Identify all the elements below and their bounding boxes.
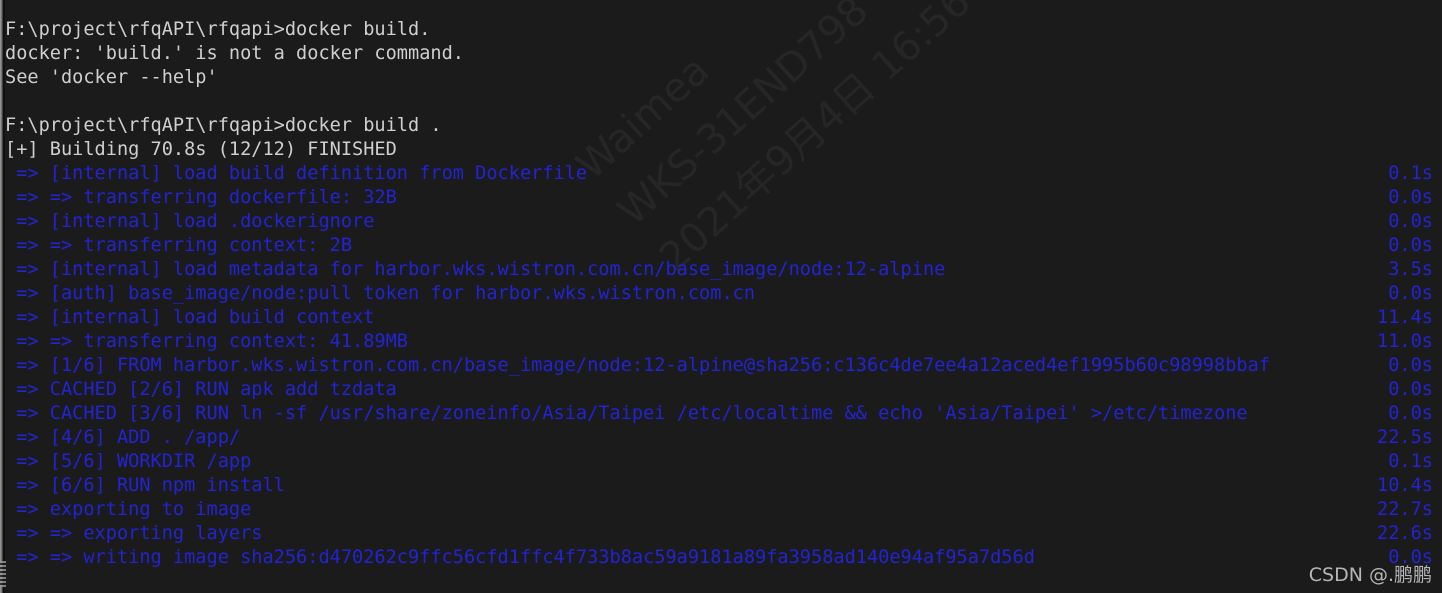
terminal-line: [+] Building 70.8s (12/12) FINISHED bbox=[5, 138, 1442, 162]
terminal-line-text: => exporting to image bbox=[5, 499, 252, 520]
terminal-line-text: => [5/6] WORKDIR /app bbox=[5, 451, 252, 472]
terminal-line-text: F:\project\rfqAPI\rfqapi>docker build . bbox=[5, 115, 442, 136]
terminal-line-text: => => transferring context: 2B bbox=[5, 235, 353, 256]
terminal-line-text: => [auth] base_image/node:pull token for… bbox=[5, 283, 756, 304]
terminal-line-text: docker: 'build.' is not a docker command… bbox=[5, 43, 464, 64]
terminal-line-duration: 22.6s bbox=[1377, 523, 1433, 544]
terminal-line: => [internal] load metadata for harbor.w… bbox=[5, 258, 1442, 282]
terminal-line-text: => [1/6] FROM harbor.wks.wistron.com.cn/… bbox=[5, 355, 1270, 376]
terminal-line-duration: 22.7s bbox=[1377, 499, 1433, 520]
terminal-line: => [1/6] FROM harbor.wks.wistron.com.cn/… bbox=[5, 354, 1442, 378]
terminal-line-duration: 11.0s bbox=[1377, 331, 1433, 352]
terminal-line-text: See 'docker --help' bbox=[5, 67, 218, 88]
terminal-line-duration: 0.0s bbox=[1388, 187, 1433, 208]
terminal-line-duration: 0.0s bbox=[1388, 235, 1433, 256]
terminal-line-text: => [internal] load build context bbox=[5, 307, 375, 328]
terminal-line: => => transferring context: 41.89MB 11.0s bbox=[5, 330, 1442, 354]
terminal-line-duration: 0.0s bbox=[1388, 355, 1433, 376]
terminal-line-text: => => exporting layers bbox=[5, 523, 263, 544]
scrollbar-artifact bbox=[0, 561, 6, 587]
terminal-line-text: F:\project\rfqAPI\rfqapi>docker build. bbox=[5, 19, 431, 40]
terminal-line-duration: 11.4s bbox=[1377, 307, 1433, 328]
terminal-line: => [5/6] WORKDIR /app 0.1s bbox=[5, 450, 1442, 474]
terminal-line-text: => [internal] load metadata for harbor.w… bbox=[5, 259, 946, 280]
terminal-line: => [4/6] ADD . /app/22.5s bbox=[5, 426, 1442, 450]
terminal-line: => CACHED [2/6] RUN apk add tzdata 0.0s bbox=[5, 378, 1442, 402]
terminal-line: => [internal] load build context 11.4s bbox=[5, 306, 1442, 330]
terminal-line-text: => [internal] load build definition from… bbox=[5, 163, 588, 184]
terminal-line-duration: 0.1s bbox=[1388, 163, 1433, 184]
terminal-line-duration: 3.5s bbox=[1388, 259, 1433, 280]
terminal-line: See 'docker --help' bbox=[5, 66, 1442, 90]
terminal-output[interactable]: F:\project\rfqAPI\rfqapi>docker build. do… bbox=[0, 0, 1442, 593]
terminal-line: => [internal] load build definition from… bbox=[5, 162, 1442, 186]
terminal-line-text: => [6/6] RUN npm install bbox=[5, 475, 285, 496]
terminal-window: Waimea WKS-31END798 2021年9月4日 16:56 F:\p… bbox=[0, 0, 1442, 593]
terminal-line: => => writing image sha256:d470262c9ffc5… bbox=[5, 546, 1442, 570]
terminal-line-text: => CACHED [3/6] RUN ln -sf /usr/share/zo… bbox=[5, 403, 1248, 424]
terminal-line: => => transferring context: 2B 0.0s bbox=[5, 234, 1442, 258]
terminal-line-text: => [internal] load .dockerignore bbox=[5, 211, 375, 232]
terminal-line-text: [+] Building 70.8s (12/12) FINISHED bbox=[5, 139, 397, 160]
terminal-line-duration: 0.1s bbox=[1388, 451, 1433, 472]
terminal-line-text: => => transferring context: 41.89MB bbox=[5, 331, 408, 352]
terminal-line: => [internal] load .dockerignore 0.0s bbox=[5, 210, 1442, 234]
terminal-line-text: => => transferring dockerfile: 32B bbox=[5, 187, 397, 208]
terminal-line: => [6/6] RUN npm install 10.4s bbox=[5, 474, 1442, 498]
terminal-line: F:\project\rfqAPI\rfqapi>docker build . bbox=[5, 114, 1442, 138]
terminal-line-duration: 0.0s bbox=[1388, 379, 1433, 400]
terminal-line: => => exporting layers 22.6s bbox=[5, 522, 1442, 546]
terminal-line: => => transferring dockerfile: 32B 0.0s bbox=[5, 186, 1442, 210]
terminal-line-duration: 0.0s bbox=[1388, 283, 1433, 304]
terminal-line-text: => => writing image sha256:d470262c9ffc5… bbox=[5, 547, 1035, 568]
terminal-line: => CACHED [3/6] RUN ln -sf /usr/share/zo… bbox=[5, 402, 1442, 426]
terminal-line-duration: 22.5s bbox=[1377, 427, 1433, 448]
terminal-line-text: => [4/6] ADD . /app/ bbox=[5, 427, 241, 448]
terminal-line: => exporting to image 22.7s bbox=[5, 498, 1442, 522]
terminal-line-duration: 0.0s bbox=[1388, 403, 1433, 424]
terminal-line: F:\project\rfqAPI\rfqapi>docker build. bbox=[5, 18, 1442, 42]
terminal-line: docker: 'build.' is not a docker command… bbox=[5, 42, 1442, 66]
terminal-line-text: => CACHED [2/6] RUN apk add tzdata bbox=[5, 379, 397, 400]
csdn-credit: CSDN @.鹏鹏 bbox=[1308, 564, 1432, 586]
terminal-line-duration: 10.4s bbox=[1377, 475, 1433, 496]
terminal-line: => [auth] base_image/node:pull token for… bbox=[5, 282, 1442, 306]
terminal-line-duration: 0.0s bbox=[1388, 211, 1433, 232]
